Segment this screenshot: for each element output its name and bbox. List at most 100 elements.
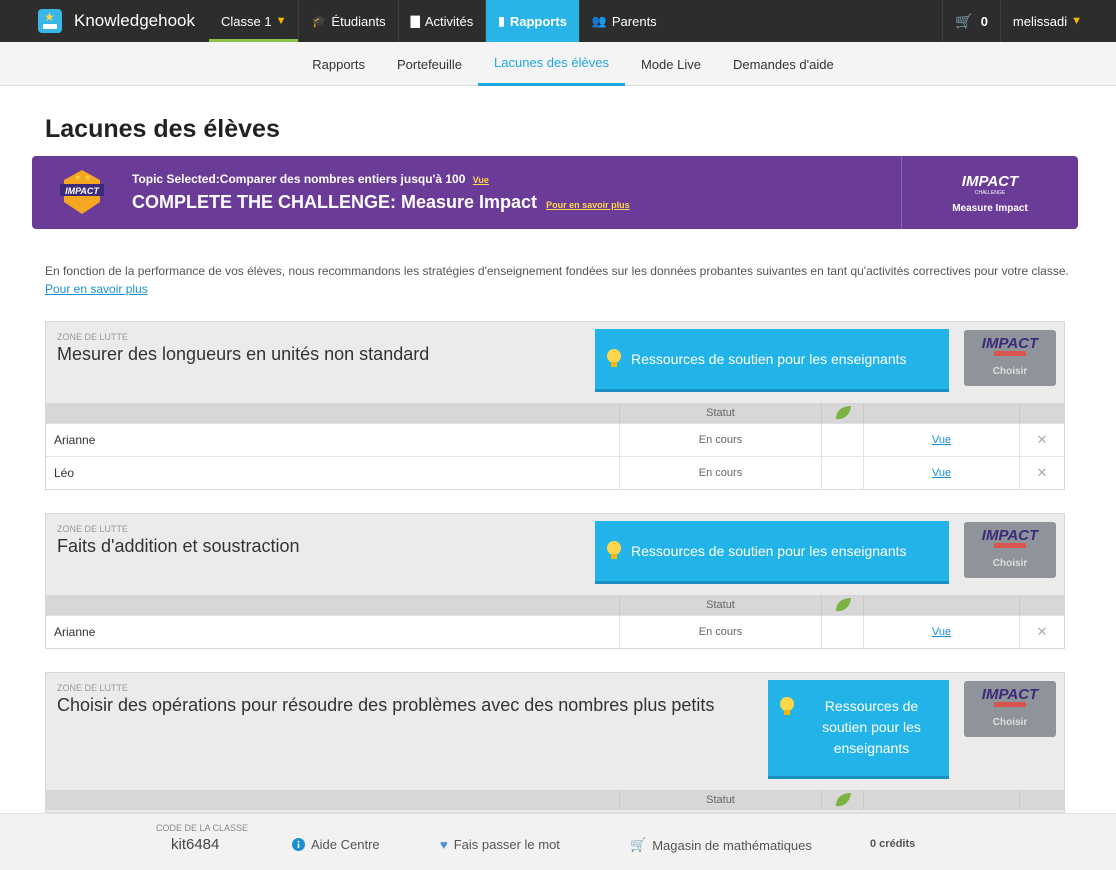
svg-text:IMPACT: IMPACT — [982, 527, 1040, 544]
measure-impact-label: Measure Impact — [952, 203, 1028, 214]
measure-impact-button[interactable]: IMPACT CHALLENGE Measure Impact — [902, 170, 1078, 214]
struggle-zone-card: ZONE DE LUTTE Mesurer des longueurs en u… — [45, 321, 1065, 490]
class-selector[interactable]: Classe 1 ▼ — [208, 0, 299, 42]
impact-logo-icon: IMPACT — [982, 686, 1040, 707]
banner-challenge: COMPLETE THE CHALLENGE: Measure Impact — [132, 192, 538, 212]
chevron-down-icon: ▼ — [275, 15, 287, 27]
page-title: Lacunes des élèves — [45, 115, 280, 143]
header-name-col — [46, 595, 620, 615]
nav-rapports[interactable]: ▮ Rapports — [485, 0, 579, 42]
nav-etudiants[interactable]: 🎓 Étudiants — [298, 0, 397, 42]
choose-button[interactable]: IMPACT Choisir — [964, 681, 1056, 737]
brand[interactable]: Knowledgehook — [0, 0, 209, 42]
nav-parents[interactable]: 👥 Parents — [578, 0, 669, 42]
view-link[interactable]: Vue — [932, 626, 951, 638]
tab-lacunes[interactable]: Lacunes des élèves — [478, 42, 625, 86]
user-menu[interactable]: melissadi ▼ — [999, 0, 1096, 42]
leaf-cell — [822, 424, 864, 456]
teacher-resources-button[interactable]: Ressources de soutien pour les enseignan… — [768, 680, 949, 779]
intro-paragraph: En fonction de la performance de vos élè… — [45, 262, 1075, 298]
leaf-icon — [835, 406, 851, 420]
cart-count: 0 — [980, 13, 988, 29]
svg-text:IMPACT: IMPACT — [982, 686, 1040, 703]
lightbulb-icon — [607, 541, 621, 559]
book-icon: ▇ — [410, 14, 420, 28]
svg-text:IMPACT: IMPACT — [65, 186, 100, 196]
knowledgehook-logo-icon — [38, 9, 62, 33]
footer-bar: CODE DE LA CLASSE kit6484 Aide Centre ♥ … — [0, 813, 1116, 870]
table-row: Arianne En cours Vue ✕ — [46, 423, 1064, 456]
class-selector-label: Classe 1 — [220, 13, 272, 29]
shopping-cart-icon: 🛒 — [630, 837, 647, 852]
remove-icon[interactable]: ✕ — [1020, 457, 1064, 489]
banner-learn-more-link[interactable]: Pour en savoir plus — [546, 200, 630, 210]
banner-challenge-line: COMPLETE THE CHALLENGE: Measure Impact P… — [132, 192, 630, 213]
bar-chart-icon: ▮ — [498, 14, 505, 28]
zone-title: Choisir des opérations pour résoudre des… — [57, 695, 715, 715]
share-link[interactable]: ♥ Fais passer le mot — [440, 837, 560, 852]
remove-icon[interactable]: ✕ — [1020, 616, 1064, 648]
choose-label: Choisir — [992, 717, 1028, 728]
table-row: Arianne En cours Vue ✕ — [46, 615, 1064, 648]
header-status: Statut — [620, 403, 822, 423]
struggle-zone-card: ZONE DE LUTTE Choisir des opérations pou… — [45, 672, 1065, 813]
header-status: Statut — [620, 595, 822, 615]
nav-parents-label: Parents — [611, 13, 657, 29]
student-status: En cours — [620, 424, 822, 456]
class-code-label: CODE DE LA CLASSE — [156, 823, 249, 833]
class-code: kit6484 — [171, 836, 220, 853]
heart-icon: ♥ — [440, 837, 448, 852]
header-link-col — [864, 403, 1020, 423]
impact-logo-icon: IMPACT — [982, 527, 1040, 548]
teacher-resources-button[interactable]: Ressources de soutien pour les enseignan… — [595, 521, 949, 584]
tab-mode-live[interactable]: Mode Live — [625, 42, 717, 86]
banner-topic-prefix: Topic Selected: — [132, 172, 220, 186]
nav-rapports-label: Rapports — [509, 13, 567, 29]
sub-navbar: Rapports Portefeuille Lacunes des élèves… — [0, 42, 1116, 86]
info-icon — [292, 838, 305, 851]
tab-rapports[interactable]: Rapports — [296, 42, 381, 86]
header-leaf-col — [822, 403, 864, 423]
top-navbar: Knowledgehook Classe 1 ▼ 🎓 Étudiants ▇ A… — [0, 0, 1116, 42]
svg-text:★: ★ — [74, 173, 81, 182]
header-action-col — [1020, 595, 1064, 615]
student-status: En cours — [620, 616, 822, 648]
choose-label: Choisir — [992, 366, 1028, 377]
lightbulb-icon — [607, 349, 621, 367]
remove-icon[interactable]: ✕ — [1020, 424, 1064, 456]
intro-learn-more-link[interactable]: Pour en savoir plus — [45, 282, 148, 296]
zone-title: Faits d'addition et soustraction — [57, 536, 300, 556]
zone-label: ZONE DE LUTTE — [57, 524, 129, 534]
nav-etudiants-label: Étudiants — [331, 13, 386, 29]
help-center-label: Aide Centre — [311, 837, 380, 852]
view-link[interactable]: Vue — [932, 467, 951, 479]
cart-button[interactable]: 🛒 0 — [942, 0, 1000, 42]
brand-name: Knowledgehook — [74, 11, 195, 30]
impact-logo-icon: IMPACT CHALLENGE — [962, 173, 1020, 196]
tab-portefeuille[interactable]: Portefeuille — [381, 42, 478, 86]
teacher-resources-button[interactable]: Ressources de soutien pour les enseignan… — [595, 329, 949, 392]
banner-topic-link[interactable]: Vue — [473, 175, 489, 185]
lightbulb-icon — [780, 697, 794, 715]
nav-activites[interactable]: ▇ Activités — [397, 0, 486, 42]
students-table: Statut — [46, 790, 1064, 810]
header-name-col — [46, 790, 620, 810]
tab-demandes-aide[interactable]: Demandes d'aide — [717, 42, 850, 86]
share-label: Fais passer le mot — [453, 837, 560, 852]
user-name: melissadi — [1012, 13, 1068, 29]
table-row: Léo En cours Vue ✕ — [46, 456, 1064, 489]
view-cell: Vue — [864, 424, 1020, 456]
zone-label: ZONE DE LUTTE — [57, 332, 129, 342]
zone-label: ZONE DE LUTTE — [57, 683, 129, 693]
header-leaf-col — [822, 595, 864, 615]
choose-button[interactable]: IMPACT Choisir — [964, 330, 1056, 386]
help-center-link[interactable]: Aide Centre — [292, 837, 380, 852]
leaf-icon — [835, 793, 851, 807]
header-link-col — [864, 595, 1020, 615]
banner-topic-line: Topic Selected:Comparer des nombres enti… — [132, 172, 489, 186]
view-link[interactable]: Vue — [932, 434, 951, 446]
choose-label: Choisir — [992, 558, 1028, 569]
choose-button[interactable]: IMPACT Choisir — [964, 522, 1056, 578]
math-shop-link[interactable]: 🛒 Magasin de mathématiques — [630, 837, 812, 853]
header-action-col — [1020, 403, 1064, 423]
